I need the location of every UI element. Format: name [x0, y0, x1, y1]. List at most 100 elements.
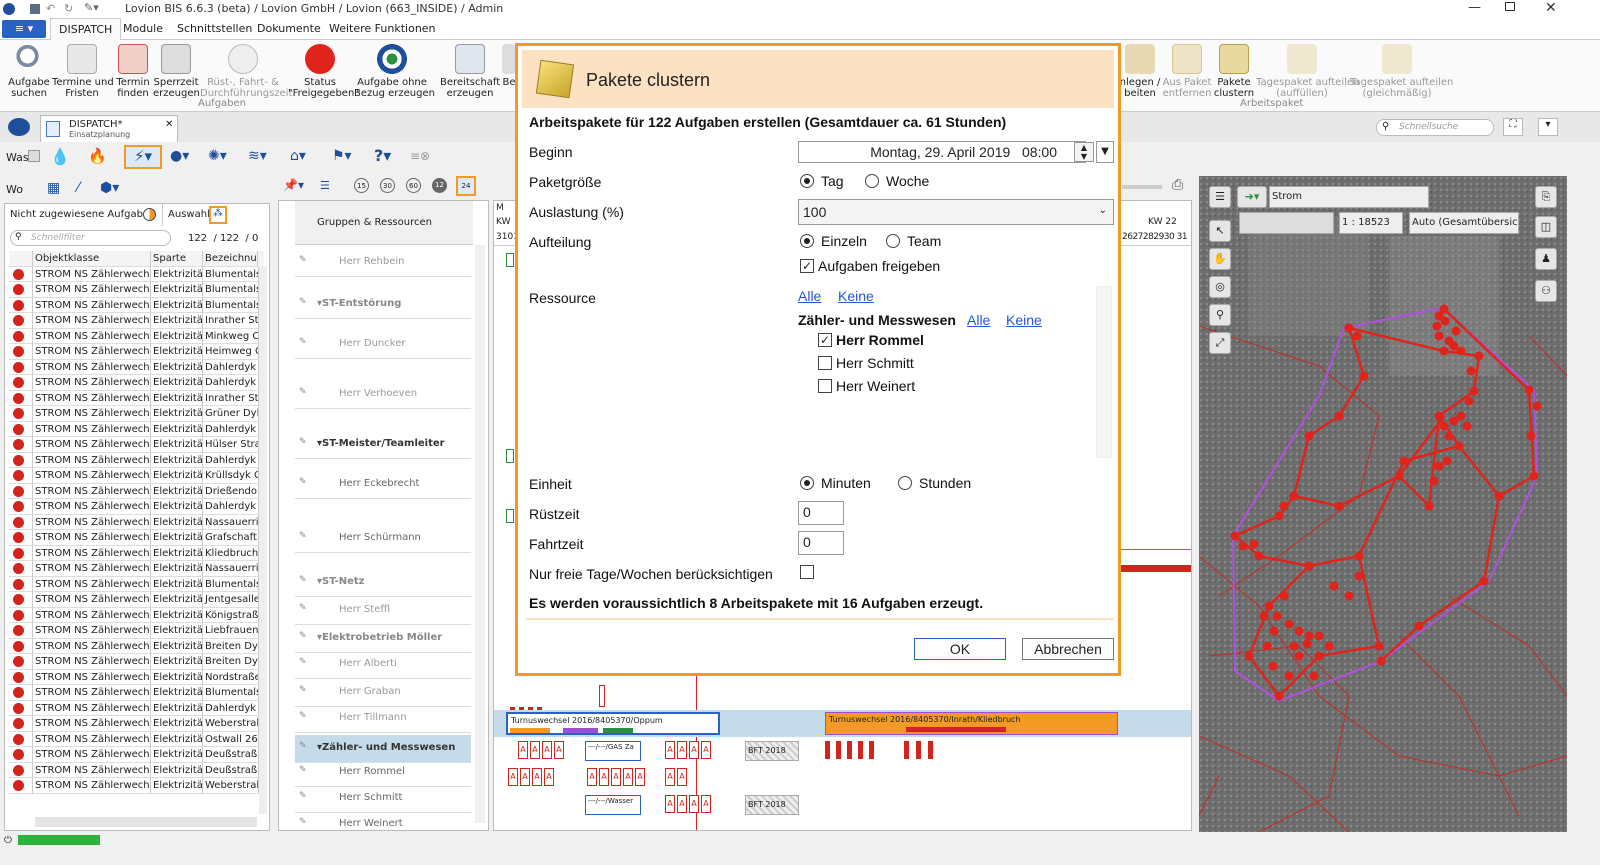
- table-row[interactable]: STROM NS Zählerwechsel Elektrizität Blumen…: [9, 266, 264, 282]
- task-point[interactable]: [1432, 321, 1442, 331]
- table-row[interactable]: STROM NS Zählerwechsel Elektrizität Nassau…: [9, 561, 264, 577]
- tab-schnittstellen[interactable]: Schnittstellen: [177, 22, 252, 35]
- list-icon[interactable]: ☰: [320, 179, 330, 192]
- sperrzeit-button[interactable]: Sperrzeit erzeugen: [153, 44, 200, 99]
- task-point[interactable]: [1454, 441, 1464, 451]
- pin-icon[interactable]: ✎: [299, 387, 307, 397]
- table-row[interactable]: STROM NS Zählerwechsel Elektrizität Nordst…: [9, 669, 264, 685]
- task-point[interactable]: [1529, 471, 1539, 481]
- draw-line-icon[interactable]: ⁄: [77, 180, 79, 196]
- table-row[interactable]: STROM NS Zählerwechsel Elektrizität Jentge…: [9, 592, 264, 608]
- refresh-icon[interactable]: ↻: [64, 2, 73, 15]
- ruestzeit-input[interactable]: 0: [798, 501, 844, 525]
- aus-paket-entfernen-button[interactable]: Aus Paket entfernen: [1162, 44, 1212, 99]
- task-point[interactable]: [1451, 326, 1461, 336]
- radio-einzeln-label[interactable]: Einzeln: [821, 233, 867, 249]
- slider-control[interactable]: [1122, 185, 1162, 189]
- undo-icon[interactable]: ↶: [46, 2, 55, 15]
- task-point[interactable]: [1439, 304, 1449, 314]
- group-row[interactable]: ✎ Herr Schmitt: [295, 785, 471, 813]
- table-row[interactable]: STROM NS Zählerwechsel Elektrizität Grüner…: [9, 406, 264, 422]
- map-layer-field[interactable]: Strom: [1269, 186, 1429, 208]
- member-herr-weinert[interactable]: Herr Weinert: [836, 378, 915, 394]
- table-row[interactable]: STROM NS Zählerwechsel Elektrizität Nassau…: [9, 514, 264, 530]
- tab-module[interactable]: Module: [123, 22, 163, 35]
- task-a-box[interactable]: A: [518, 741, 528, 759]
- task-point[interactable]: [1279, 501, 1289, 511]
- map-select-tool[interactable]: ◎: [1209, 276, 1231, 298]
- gantt-task-marker[interactable]: [506, 253, 514, 267]
- list-clear-icon[interactable]: ≡⊗: [410, 149, 430, 163]
- task-point[interactable]: [1359, 371, 1369, 381]
- table-row[interactable]: STROM NS Zählerwechsel Elektrizität Drieße…: [9, 483, 264, 499]
- task-red-marker[interactable]: [928, 741, 933, 759]
- table-row[interactable]: STROM NS Zählerwechsel Elektrizität Ostwal…: [9, 731, 264, 747]
- task-point[interactable]: [1479, 576, 1489, 586]
- task-point[interactable]: [1230, 531, 1240, 541]
- task-point[interactable]: [1262, 641, 1272, 651]
- task-a-box[interactable]: A: [611, 768, 621, 786]
- checkbox-aufgaben-freigeben[interactable]: ✓: [800, 259, 814, 273]
- wrench-icon[interactable]: ✎▾: [84, 1, 99, 14]
- pakete-clustern-button[interactable]: Pakete clustern: [1212, 44, 1256, 99]
- task-point[interactable]: [1352, 331, 1362, 341]
- task-point[interactable]: [1254, 551, 1264, 561]
- gantt-task-marker[interactable]: [506, 449, 514, 463]
- task-point[interactable]: [1439, 346, 1449, 356]
- tab-weitere-funktionen[interactable]: Weitere Funktionen: [329, 22, 436, 35]
- task-point[interactable]: [1424, 501, 1434, 511]
- heat-icon[interactable]: ≋▾: [248, 148, 267, 164]
- pin-icon[interactable]: ✎: [299, 477, 307, 487]
- task-point[interactable]: [1439, 421, 1449, 431]
- task-point[interactable]: [1269, 626, 1279, 636]
- pin-icon[interactable]: ✎: [299, 337, 307, 347]
- group-row[interactable]: ✎ Herr Eckebrecht: [295, 471, 471, 499]
- task-point[interactable]: [1334, 501, 1344, 511]
- zoom-15-icon[interactable]: 15: [354, 178, 369, 193]
- filter-input[interactable]: ⚲ Schnellfilter: [10, 230, 171, 246]
- task-red-marker[interactable]: [869, 741, 874, 759]
- table-row[interactable]: STROM NS Zählerwechsel Elektrizität Liebfr…: [9, 623, 264, 639]
- table-row[interactable]: STROM NS Zählerwechsel Elektrizität Dahler…: [9, 421, 264, 437]
- filter-grid-icon[interactable]: [28, 150, 40, 162]
- task-point[interactable]: [1440, 316, 1450, 326]
- ressource-scrollbar[interactable]: [1096, 286, 1112, 458]
- task-red-marker[interactable]: [825, 741, 830, 759]
- group-row[interactable]: ✎ Herr Rehbein: [295, 249, 471, 277]
- doc-tab-dispatch[interactable]: DISPATCH* Einsatzplanung ✕: [40, 115, 178, 142]
- task-point[interactable]: [1429, 476, 1439, 486]
- task-point[interactable]: [1449, 416, 1459, 426]
- group-row[interactable]: ✎ ▾ST-Meister/Teamleiter: [295, 431, 471, 459]
- table-row[interactable]: STROM NS Zählerwechsel Elektrizität Webers…: [9, 716, 264, 732]
- table-row[interactable]: STROM NS Zählerwechsel Elektrizität Inrath…: [9, 390, 264, 406]
- table-row[interactable]: STROM NS Zählerwechsel Elektrizität Dahler…: [9, 452, 264, 468]
- task-a-box[interactable]: A: [532, 768, 542, 786]
- task-a-box[interactable]: A: [701, 795, 711, 813]
- radio-team[interactable]: [886, 234, 900, 248]
- task-a-box[interactable]: A: [677, 795, 687, 813]
- task-point[interactable]: [1284, 619, 1294, 629]
- flag-icon[interactable]: ⚑▾: [332, 148, 352, 164]
- task-point[interactable]: [1444, 431, 1454, 441]
- pin-icon[interactable]: ✎: [299, 791, 307, 801]
- tab-selection[interactable]: Auswahl ⁂: [165, 204, 235, 226]
- map-layers-button[interactable]: ◫: [1535, 216, 1557, 238]
- task-red-marker[interactable]: [847, 741, 852, 759]
- map-scale-field[interactable]: 1 : 18523: [1339, 212, 1403, 234]
- task-point[interactable]: [1526, 431, 1536, 441]
- checkbox-herr-schmitt[interactable]: [818, 356, 832, 370]
- task-a-box[interactable]: A: [635, 768, 645, 786]
- ruest-fahrt-button[interactable]: Rüst-, Fahrt- & Durchführungszeit: [200, 44, 292, 99]
- task-point[interactable]: [1268, 661, 1278, 671]
- task-point[interactable]: [1434, 411, 1444, 421]
- task-point[interactable]: [1456, 346, 1466, 356]
- task-bft-1[interactable]: BFT 2018: [745, 741, 799, 761]
- task-point[interactable]: [1274, 511, 1284, 521]
- task-point[interactable]: [1354, 551, 1364, 561]
- table-row[interactable]: STROM NS Zählerwechsel Elektrizität Deußst…: [9, 762, 264, 778]
- table-row[interactable]: STROM NS Zählerwechsel Elektrizität Grafsc…: [9, 530, 264, 546]
- table-row[interactable]: STROM NS Zählerwechsel Elektrizität Breite…: [9, 638, 264, 654]
- col-objektklasse[interactable]: Objektklasse: [33, 251, 151, 267]
- app-menu-button[interactable]: ≡ ▾: [2, 20, 46, 38]
- radio-minuten[interactable]: [800, 476, 814, 490]
